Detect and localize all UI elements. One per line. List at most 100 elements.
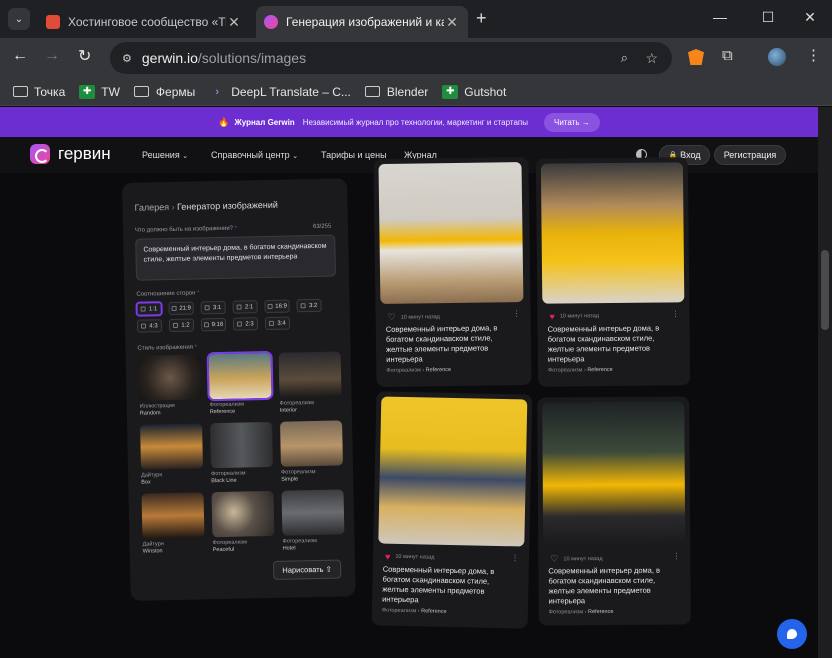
nav-label: Решения — [142, 150, 180, 160]
ratio-option[interactable]: 4:3 — [136, 319, 163, 333]
read-button[interactable]: Читать → — [544, 112, 600, 132]
bookmark-deepl[interactable]: › DeepL Translate – C... — [209, 85, 350, 99]
style-caption: Дайтурн Winston — [142, 541, 164, 555]
ratio-label: 3:1 — [212, 304, 222, 311]
nav-pricing[interactable]: Тарифы и цены — [321, 150, 387, 160]
heart-icon[interactable]: ♡ — [388, 312, 396, 323]
forward-button[interactable]: → — [44, 47, 60, 65]
gerwin-logo[interactable]: гервин — [30, 144, 111, 164]
zoom-icon[interactable]: ⌕ — [621, 50, 628, 66]
ratio-option[interactable]: 1:2 — [168, 318, 195, 333]
style-option-thumbnail[interactable] — [280, 420, 343, 467]
ratio-label: 4:3 — [149, 322, 158, 329]
address-bar[interactable]: ⚙ gerwin.io /solutions/images ⌕ ☆ — [110, 42, 672, 74]
url-path: /solutions/images — [197, 50, 307, 66]
heart-icon[interactable]: ♡ — [550, 553, 558, 564]
close-window-button[interactable]: ✕ — [790, 9, 830, 26]
breadcrumb-gallery[interactable]: Галерея — [134, 202, 169, 213]
card-menu-icon[interactable]: ⋮ — [672, 552, 680, 561]
ratio-label: Соотношение сторон * — [136, 290, 200, 298]
close-icon[interactable]: ✕ — [226, 14, 242, 31]
bookmark-tw[interactable]: ✚ TW — [79, 84, 120, 99]
ratio-option[interactable]: 1:1 — [136, 302, 162, 316]
ratio-option[interactable]: 3:1 — [200, 300, 226, 315]
prompt-textarea[interactable]: Современный интерьер дома, в богатом ска… — [135, 234, 337, 281]
ratio-option[interactable]: 3:4 — [264, 316, 291, 331]
chat-widget-button[interactable] — [777, 619, 807, 649]
card-tags: Фотореализм › Reference — [548, 609, 614, 616]
ratio-shape-icon — [140, 306, 147, 312]
heart-icon[interactable]: ♥ — [549, 312, 554, 322]
browser-menu-icon[interactable]: ⋮ — [806, 46, 821, 64]
style-option-thumbnail[interactable] — [210, 421, 273, 469]
close-icon[interactable]: ✕ — [444, 14, 460, 31]
style-option-thumbnail[interactable] — [211, 490, 275, 538]
new-tab-button[interactable]: + — [476, 8, 487, 29]
page-scrollbar[interactable] — [818, 107, 832, 658]
bookmark-blender[interactable]: Blender — [365, 85, 428, 99]
reload-button[interactable]: ↻ — [78, 46, 91, 66]
hosting-favicon-icon — [46, 15, 60, 29]
extensions-puzzle-icon[interactable]: ⧉ — [722, 47, 733, 64]
card-menu-icon[interactable]: ⋮ — [511, 553, 519, 562]
card-time: 10 минут назад — [563, 555, 603, 562]
style-option-thumbnail[interactable] — [140, 423, 203, 470]
card-meta: ♡ 10 минут назад — [388, 311, 440, 323]
nav-help-center[interactable]: Справочный центр ⌄ — [211, 150, 298, 160]
card-time: 10 минут назад — [400, 313, 440, 321]
style-option-thumbnail[interactable] — [206, 350, 274, 402]
generate-button[interactable]: Нарисовать ⇧ — [272, 559, 342, 580]
generated-image[interactable] — [378, 396, 528, 547]
style-caption: Фотореализм Black Line — [211, 470, 246, 485]
ratio-label: 2:1 — [244, 303, 254, 310]
register-button[interactable]: Регистрация — [714, 145, 786, 165]
tab-image-generation[interactable]: Генерация изображений и кар ✕ — [256, 6, 468, 38]
style-option-thumbnail[interactable] — [138, 354, 202, 401]
generated-image[interactable] — [378, 162, 524, 305]
bookmark-tochka[interactable]: Точка — [12, 85, 65, 99]
site-info-icon[interactable]: ⚙ — [122, 52, 132, 65]
result-card[interactable]: ♡ 10 минут назад ⋮ Современный интерьер дом… — [373, 156, 532, 388]
bookmark-star-icon[interactable]: ☆ — [645, 50, 658, 67]
bookmark-label: TW — [101, 84, 120, 99]
ratio-label: 3:4 — [277, 320, 286, 327]
tab-search-button[interactable]: ⌄ — [8, 8, 30, 30]
result-card[interactable]: ♥ 10 минут назад ⋮ Современный интерьер дом… — [371, 391, 533, 629]
result-card[interactable]: ♥ 10 минут назад ⋮ Современный интерьер дом… — [535, 157, 691, 387]
style-option-thumbnail[interactable] — [278, 351, 342, 398]
ratio-label: 21:9 — [179, 305, 192, 312]
generated-image[interactable] — [540, 162, 685, 304]
ratio-option[interactable]: 16:9 — [264, 299, 290, 314]
minimize-button[interactable]: — — [700, 9, 740, 25]
card-time: 10 минут назад — [395, 553, 435, 561]
journal-banner: 🔥 Журнал Gerwin Независимый журнал про т… — [0, 107, 818, 137]
ratio-option[interactable]: 2:3 — [232, 317, 259, 331]
back-button[interactable]: ← — [12, 47, 28, 65]
metamask-extension-icon[interactable] — [688, 49, 704, 65]
maximize-button[interactable]: ☐ — [748, 9, 788, 26]
bookmark-fermy[interactable]: Фермы — [134, 85, 195, 99]
style-caption: Фотореализм Reference — [209, 401, 245, 416]
style-option-thumbnail[interactable] — [141, 492, 205, 539]
ratio-option[interactable]: 2:1 — [232, 300, 258, 314]
scrollbar-thumb[interactable] — [821, 250, 829, 330]
tab-hosting-community[interactable]: Хостинговое сообщество «Tim ✕ — [38, 6, 250, 38]
card-menu-icon[interactable]: ⋮ — [671, 309, 679, 318]
chevron-down-icon: ⌄ — [14, 13, 24, 25]
style-label: Стиль изображения * — [137, 344, 198, 352]
ratio-option[interactable]: 9:16 — [200, 317, 227, 332]
heart-icon[interactable]: ♥ — [385, 552, 391, 562]
bookmark-gutshot[interactable]: ✚ Gutshot — [442, 84, 506, 99]
deepl-icon: › — [215, 85, 220, 98]
style-option-thumbnail[interactable] — [281, 489, 345, 536]
bookmarks-bar: Точка ✚ TW Фермы › DeepL Translate – C... … — [0, 78, 832, 106]
profile-avatar[interactable] — [768, 48, 786, 66]
ratio-label: 2:3 — [245, 320, 254, 327]
result-card[interactable]: ♡ 10 минут назад ⋮ Современный интерьер дом… — [537, 396, 691, 626]
ratio-option[interactable]: 21:9 — [168, 301, 194, 316]
card-menu-icon[interactable]: ⋮ — [513, 309, 521, 318]
ratio-option[interactable]: 3:2 — [296, 298, 322, 313]
nav-label: Справочный центр — [211, 150, 290, 160]
nav-solutions[interactable]: Решения ⌄ — [142, 150, 188, 160]
generated-image[interactable] — [542, 401, 686, 546]
